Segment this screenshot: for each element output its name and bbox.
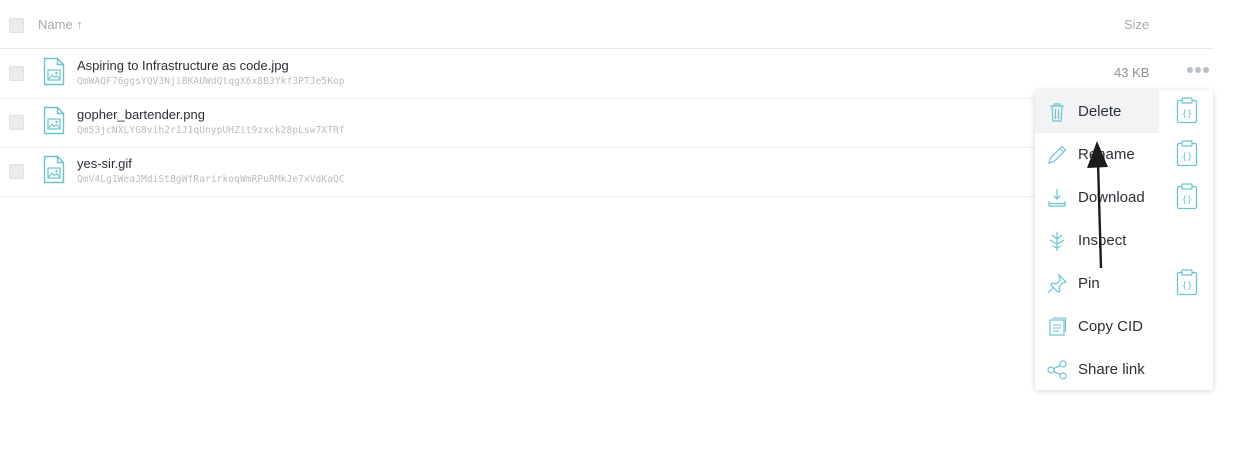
menu-item-copy-cid[interactable]: Copy CID	[1035, 305, 1159, 348]
menu-item-label: Inspect	[1078, 232, 1127, 249]
image-file-icon	[43, 155, 65, 184]
menu-item-delete[interactable]: Delete	[1035, 90, 1159, 133]
menu-item-label: Download	[1078, 189, 1145, 206]
ipld-clipboard-icon[interactable]: {}	[1176, 183, 1198, 210]
svg-text:{}: {}	[1182, 153, 1193, 163]
share-icon	[1047, 360, 1067, 380]
menu-item-inspect[interactable]: Inspect	[1035, 219, 1159, 262]
file-size: 43 KB	[1114, 65, 1150, 80]
file-cid: QmV4Lg1WeaJMdiSt8gWfRarirkoqWmRPuRMkJe7x…	[77, 174, 345, 185]
svg-text:{}: {}	[1182, 196, 1193, 206]
file-name[interactable]: gopher_bartender.png	[77, 107, 205, 122]
row-checkbox[interactable]	[9, 164, 24, 179]
more-options-icon[interactable]	[1186, 65, 1210, 77]
trash-icon	[1050, 103, 1064, 122]
row-checkbox[interactable]	[9, 115, 24, 130]
copy-icon	[1049, 317, 1067, 336]
file-name[interactable]: yes-sir.gif	[77, 156, 132, 171]
menu-item-pin[interactable]: Pin	[1035, 262, 1159, 305]
ipld-clipboard-icon[interactable]: {}	[1176, 97, 1198, 124]
svg-text:{}: {}	[1182, 110, 1193, 120]
file-list-header: Name ↑ Size	[0, 0, 1214, 49]
menu-item-label: Share link	[1078, 361, 1145, 378]
menu-item-label: Copy CID	[1078, 318, 1144, 335]
menu-item-label: Pin	[1078, 275, 1100, 292]
download-icon	[1048, 189, 1066, 207]
menu-item-label: Rename	[1078, 146, 1135, 163]
row-checkbox[interactable]	[9, 66, 24, 81]
pin-icon	[1047, 273, 1068, 294]
file-cid: Qm53jcNXLYG8vih2r1J1qUnypUHZit9zxck28pLs…	[77, 125, 345, 136]
menu-item-label: Delete	[1078, 103, 1122, 120]
menu-item-rename[interactable]: Rename	[1035, 133, 1159, 176]
ipld-clipboard-icon[interactable]: {}	[1176, 269, 1198, 296]
file-row[interactable]: Aspiring to Infrastructure as code.jpg Q…	[0, 49, 1214, 99]
ipld-clipboard-icon[interactable]: {}	[1176, 140, 1198, 167]
file-row[interactable]: yes-sir.gif QmV4Lg1WeaJMdiSt8gWfRarirkoq…	[0, 147, 1214, 197]
menu-item-share-link[interactable]: Share link	[1035, 348, 1159, 391]
select-all-checkbox[interactable]	[9, 18, 24, 33]
image-file-icon	[43, 57, 65, 86]
tree-icon	[1049, 232, 1065, 251]
file-name[interactable]: Aspiring to Infrastructure as code.jpg	[77, 58, 289, 73]
name-column-header[interactable]: Name ↑	[38, 17, 83, 32]
image-file-icon	[43, 106, 65, 135]
size-column-header[interactable]: Size	[1124, 17, 1149, 32]
context-menu: Delete {} Rename {} Download {} Inspect	[1035, 90, 1213, 390]
pencil-icon	[1048, 145, 1067, 164]
file-cid: QmWAQF76ggsYQV3NjiBKAUWdQtqgX6x8B3Ykf3PT…	[77, 76, 345, 87]
menu-item-download[interactable]: Download	[1035, 176, 1159, 219]
svg-text:{}: {}	[1182, 282, 1193, 292]
file-row[interactable]: gopher_bartender.png Qm53jcNXLYG8vih2r1J…	[0, 98, 1214, 148]
